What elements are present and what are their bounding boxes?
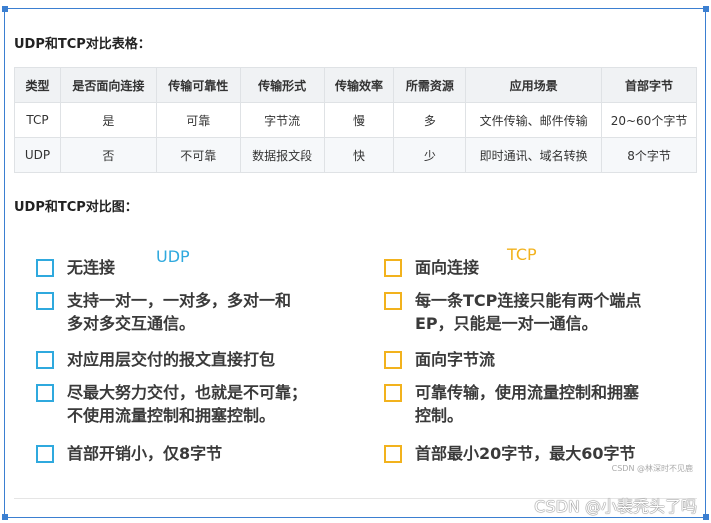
checkbox-icon [384,259,402,277]
diagram-section-title: UDP和TCP对比图： [14,200,138,215]
checkbox-icon [384,384,402,402]
header-form: 传输形式 [239,67,325,103]
udp-item: 支持一对一，一对多，多对一和 多对多交互通信。 [36,289,291,335]
checkbox-icon [384,292,402,310]
tcp-item: 可靠传输，使用流量控制和拥塞 控制。 [384,381,639,427]
table-row: UDP 否 不可靠 数据报文段 快 少 即时通讯、域名转换 8个字节 [14,137,697,173]
table-cell: 否 [59,137,157,173]
table-cell: 可靠 [155,102,241,138]
table-cell: 数据报文段 [239,137,325,173]
checkbox-icon [36,292,54,310]
tcp-item: 面向字节流 [384,348,495,371]
header-type: 类型 [14,67,61,103]
resize-handle-bottom-left[interactable] [2,514,8,520]
table-cell: 不可靠 [155,137,241,173]
table-cell: 20~60个字节 [601,102,697,138]
comparison-diagram: UDP TCP 无连接 支持一对一，一对多，多对一和 多对多交互通信。 对应用层… [14,232,697,482]
table-cell: 即时通讯、域名转换 [465,137,603,173]
header-scenarios: 应用场景 [465,67,603,103]
diagram-watermark: CSDN @林深时不见鹿 [611,464,693,473]
tcp-item: 面向连接 [384,256,479,279]
udp-item-line: 首部开销小，仅8字节 [67,444,223,463]
udp-item: 尽最大努力交付，也就是不可靠； 不使用流量控制和拥塞控制。 [36,381,307,427]
tcp-item-line: 可靠传输，使用流量控制和拥塞 [415,383,640,402]
tcp-item-line: 面向字节流 [415,350,496,369]
page-watermark: CSDN @小裴秃头了吗 [534,497,697,516]
tcp-item-line: 面向连接 [415,258,480,277]
header-header-bytes: 首部字节 [601,67,697,103]
table-row: TCP 是 可靠 字节流 慢 多 文件传输、邮件传输 20~60个字节 [14,102,697,138]
table-cell: 是 [59,102,157,138]
checkbox-icon [36,384,54,402]
table-cell: 8个字节 [601,137,697,173]
tcp-item-line: 控制。 [415,406,464,425]
comparison-table: 类型 是否面向连接 传输可靠性 传输形式 传输效率 所需资源 应用场景 首部字节… [14,67,697,173]
checkbox-icon [36,259,54,277]
table-cell: 少 [393,137,467,173]
table-cell: 慢 [323,102,395,138]
tcp-item: 每一条TCP连接只能有两个端点 EP，只能是一对一通信。 [384,289,641,335]
table-cell: 文件传输、邮件传输 [465,102,603,138]
checkbox-icon [384,351,402,369]
table-cell: 字节流 [239,102,325,138]
udp-item: 对应用层交付的报文直接打包 [36,348,275,371]
udp-item: 首部开销小，仅8字节 [36,442,222,465]
tcp-item-line: 首部最小20字节，最大60字节 [415,444,636,463]
checkbox-icon [384,445,402,463]
udp-item: 无连接 [36,256,115,279]
udp-item-line: 多对多交互通信。 [67,314,196,333]
table-header-row: 类型 是否面向连接 传输可靠性 传输形式 传输效率 所需资源 应用场景 首部字节 [14,67,697,103]
table-cell: 快 [323,137,395,173]
table-cell: UDP [14,137,61,173]
resize-handle-bottom-right[interactable] [703,514,709,520]
resize-handle-top-left[interactable] [2,6,8,12]
tcp-item: 首部最小20字节，最大60字节 [384,442,636,465]
tcp-item-line: 每一条TCP连接只能有两个端点 [415,291,642,310]
tcp-label: TCP [507,245,537,264]
header-resources: 所需资源 [393,67,467,103]
udp-item-line: 对应用层交付的报文直接打包 [67,350,276,369]
header-connection: 是否面向连接 [59,67,157,103]
checkbox-icon [36,351,54,369]
udp-item-line: 无连接 [67,258,116,277]
table-cell: 多 [393,102,467,138]
udp-item-line: 不使用流量控制和拥塞控制。 [67,406,276,425]
table-section-title: UDP和TCP对比表格： [14,37,151,52]
tcp-item-line: EP，只能是一对一通信。 [415,314,598,333]
header-efficiency: 传输效率 [323,67,395,103]
udp-item-line: 支持一对一，一对多，多对一和 [67,291,292,310]
udp-label: UDP [156,247,190,266]
resize-handle-top-right[interactable] [703,6,709,12]
table-cell: TCP [14,102,61,138]
checkbox-icon [36,445,54,463]
udp-item-line: 尽最大努力交付，也就是不可靠； [67,383,308,402]
header-reliability: 传输可靠性 [155,67,241,103]
